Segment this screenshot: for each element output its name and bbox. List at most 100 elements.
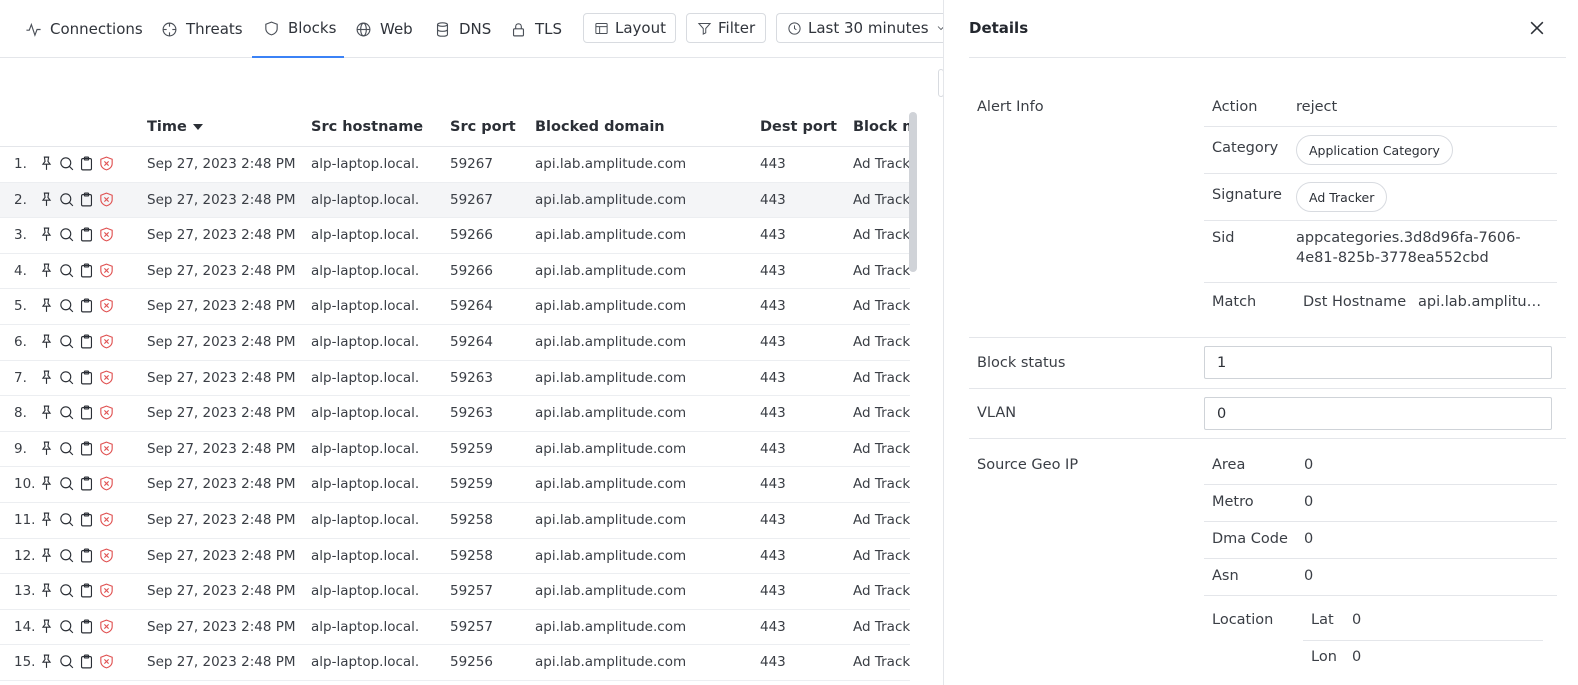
clipboard-icon[interactable] — [78, 191, 95, 212]
pin-icon[interactable] — [38, 511, 55, 532]
block-status-input[interactable] — [1204, 346, 1552, 379]
pin-icon[interactable] — [38, 369, 55, 390]
clipboard-icon[interactable] — [78, 404, 95, 425]
block-shield-icon[interactable] — [98, 511, 115, 532]
clipboard-icon[interactable] — [78, 155, 95, 176]
pin-icon[interactable] — [38, 618, 55, 639]
tab-tls[interactable]: TLS — [510, 0, 562, 58]
pin-icon[interactable] — [38, 155, 55, 176]
search-icon[interactable] — [58, 333, 75, 354]
pin-icon[interactable] — [38, 297, 55, 318]
table-row[interactable]: 1. Sep 27, 2023 2:48 PM alp-laptop.local. 5… — [0, 147, 910, 183]
block-shield-icon[interactable] — [98, 369, 115, 390]
search-icon[interactable] — [58, 475, 75, 496]
search-icon[interactable] — [58, 404, 75, 425]
column-label: Time — [147, 119, 187, 135]
table-row[interactable]: 6. Sep 27, 2023 2:48 PM alp-laptop.local. 5… — [0, 325, 910, 361]
column-header-blocked-domain[interactable]: Blocked domain — [535, 119, 665, 135]
signature-chip[interactable]: Ad Tracker — [1296, 182, 1388, 212]
pin-icon[interactable] — [38, 333, 55, 354]
search-icon[interactable] — [58, 369, 75, 390]
category-chip[interactable]: Application Category — [1296, 135, 1453, 165]
block-shield-icon[interactable] — [98, 155, 115, 176]
search-icon[interactable] — [58, 297, 75, 318]
clipboard-icon[interactable] — [78, 511, 95, 532]
clipboard-icon[interactable] — [78, 653, 95, 674]
search-icon[interactable] — [58, 511, 75, 532]
timerange-dropdown[interactable]: Last 30 minutes — [776, 13, 943, 43]
tab-dns[interactable]: DNS — [434, 0, 491, 58]
block-shield-icon[interactable] — [98, 191, 115, 212]
table-row[interactable]: 10. Sep 27, 2023 2:48 PM alp-laptop.local.… — [0, 467, 910, 503]
clipboard-icon[interactable] — [78, 618, 95, 639]
pin-icon[interactable] — [38, 226, 55, 247]
pin-icon[interactable] — [38, 440, 55, 461]
layout-button[interactable]: Layout — [583, 13, 676, 43]
table-scrollbar[interactable] — [909, 112, 917, 272]
table-row[interactable]: 9. Sep 27, 2023 2:48 PM alp-laptop.local. 5… — [0, 432, 910, 468]
clipboard-icon[interactable] — [78, 547, 95, 568]
tab-web[interactable]: Web — [355, 0, 413, 58]
search-icon[interactable] — [58, 191, 75, 212]
cell-dest-port: 443 — [760, 298, 786, 315]
table-row[interactable]: 11. Sep 27, 2023 2:48 PM alp-laptop.local.… — [0, 503, 910, 539]
block-shield-icon[interactable] — [98, 618, 115, 639]
column-header-src-port[interactable]: Src port — [450, 119, 516, 135]
tab-threats[interactable]: Threats — [161, 0, 243, 58]
clipboard-icon[interactable] — [78, 582, 95, 603]
clipboard-icon[interactable] — [78, 333, 95, 354]
search-icon[interactable] — [58, 226, 75, 247]
search-icon[interactable] — [58, 155, 75, 176]
table-row[interactable]: 2. Sep 27, 2023 2:48 PM alp-laptop.local. 5… — [0, 182, 910, 219]
table-row[interactable]: 15. Sep 27, 2023 2:48 PM alp-laptop.local.… — [0, 645, 910, 681]
vlan-input[interactable] — [1204, 397, 1552, 430]
column-header-src-hostname[interactable]: Src hostname — [311, 119, 423, 135]
table-row[interactable]: 4. Sep 27, 2023 2:48 PM alp-laptop.local. 5… — [0, 254, 910, 290]
column-header-dest-port[interactable]: Dest port — [760, 119, 837, 135]
search-icon[interactable] — [58, 440, 75, 461]
block-shield-icon[interactable] — [98, 404, 115, 425]
table-row[interactable]: 8. Sep 27, 2023 2:48 PM alp-laptop.local. 5… — [0, 396, 910, 432]
clipboard-icon[interactable] — [78, 475, 95, 496]
clipboard-icon[interactable] — [78, 297, 95, 318]
pin-icon[interactable] — [38, 191, 55, 212]
filter-button[interactable]: Filter — [686, 13, 766, 43]
search-icon[interactable] — [58, 582, 75, 603]
pin-icon[interactable] — [38, 653, 55, 674]
block-shield-icon[interactable] — [98, 653, 115, 674]
tab-blocks[interactable]: Blocks — [252, 0, 344, 58]
table-row[interactable]: 3. Sep 27, 2023 2:48 PM alp-laptop.local. 5… — [0, 218, 910, 254]
block-shield-icon[interactable] — [98, 547, 115, 568]
search-icon[interactable] — [58, 618, 75, 639]
clipboard-icon[interactable] — [78, 440, 95, 461]
block-shield-icon[interactable] — [98, 582, 115, 603]
block-shield-icon[interactable] — [98, 475, 115, 496]
tab-connections[interactable]: Connections — [25, 0, 143, 58]
pin-icon[interactable] — [38, 547, 55, 568]
search-icon[interactable] — [58, 262, 75, 283]
block-shield-icon[interactable] — [98, 297, 115, 318]
table-row[interactable]: 14. Sep 27, 2023 2:48 PM alp-laptop.local.… — [0, 610, 910, 646]
column-header-block-method[interactable]: Block me — [853, 119, 910, 135]
pin-icon[interactable] — [38, 475, 55, 496]
table-row[interactable]: 13. Sep 27, 2023 2:48 PM alp-laptop.local.… — [0, 574, 910, 610]
close-button[interactable] — [1527, 18, 1547, 38]
location-label: Location — [1212, 612, 1274, 628]
column-header-time[interactable]: Time — [147, 119, 203, 135]
table-row[interactable]: 5. Sep 27, 2023 2:48 PM alp-laptop.local. 5… — [0, 289, 910, 325]
block-shield-icon[interactable] — [98, 262, 115, 283]
match-key: Dst Hostname — [1303, 294, 1407, 310]
block-shield-icon[interactable] — [98, 226, 115, 247]
pin-icon[interactable] — [38, 404, 55, 425]
pin-icon[interactable] — [38, 262, 55, 283]
clipboard-icon[interactable] — [78, 262, 95, 283]
clipboard-icon[interactable] — [78, 226, 95, 247]
clipboard-icon[interactable] — [78, 369, 95, 390]
pin-icon[interactable] — [38, 582, 55, 603]
block-shield-icon[interactable] — [98, 333, 115, 354]
table-row[interactable]: 7. Sep 27, 2023 2:48 PM alp-laptop.local. 5… — [0, 361, 910, 397]
block-shield-icon[interactable] — [98, 440, 115, 461]
search-icon[interactable] — [58, 547, 75, 568]
search-icon[interactable] — [58, 653, 75, 674]
table-row[interactable]: 12. Sep 27, 2023 2:48 PM alp-laptop.local.… — [0, 539, 910, 575]
